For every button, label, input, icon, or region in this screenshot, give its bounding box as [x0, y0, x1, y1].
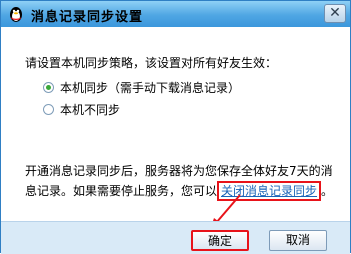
dialog-footer: 确定 取消	[1, 221, 350, 254]
close-icon: ✕	[329, 5, 341, 21]
option-no-sync[interactable]: 本机不同步	[43, 101, 120, 118]
title-bar[interactable]: 消息记录同步设置 ✕	[1, 1, 350, 27]
close-button[interactable]: ✕	[324, 4, 346, 23]
penguin-icon	[10, 7, 22, 22]
cancel-button[interactable]: 取消	[269, 230, 327, 251]
option-sync-label: 本机同步（需手动下载消息记录）	[60, 81, 241, 95]
strategy-prompt: 请设置本机同步策略，该设置对所有好友生效：	[25, 56, 278, 70]
ok-button[interactable]: 确定	[191, 230, 249, 251]
option-no-sync-label: 本机不同步	[60, 103, 121, 117]
settings-dialog: 消息记录同步设置 ✕ 请设置本机同步策略，该设置对所有好友生效： 本机同步（需手…	[0, 0, 351, 254]
radio-sync-checked[interactable]	[43, 82, 54, 93]
sync-info: 开通消息记录同步后，服务器将为您保存全体好友7天的消息记录。如果需要停止服务，您…	[25, 161, 341, 201]
option-sync[interactable]: 本机同步（需手动下载消息记录）	[43, 79, 240, 96]
radio-no-sync[interactable]	[43, 104, 54, 115]
dialog-content: 请设置本机同步策略，该设置对所有好友生效： 本机同步（需手动下载消息记录） 本机…	[1, 27, 350, 221]
info-text-end: 。	[321, 184, 334, 198]
dialog-title: 消息记录同步设置	[31, 10, 144, 25]
